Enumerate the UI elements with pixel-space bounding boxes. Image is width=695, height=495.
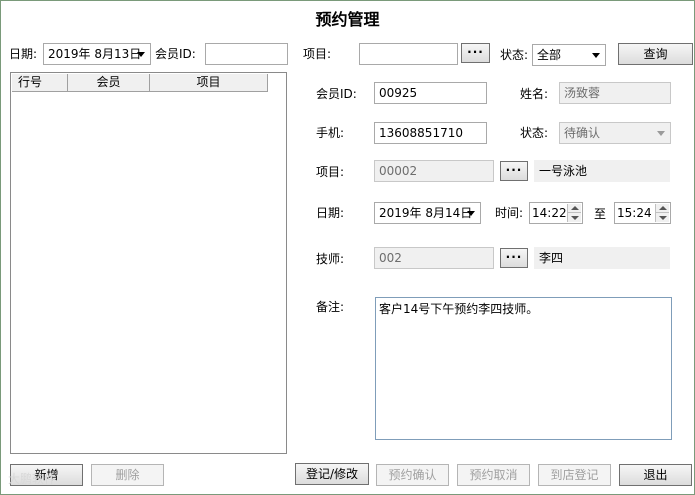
chevron-down-icon — [137, 52, 145, 57]
time-start-spinner[interactable] — [567, 204, 581, 222]
filter-date-value: 2019年 8月13日 — [48, 47, 142, 61]
confirm-appointment-button[interactable]: 预约确认 — [376, 464, 449, 486]
filter-member-id-input[interactable] — [205, 43, 288, 65]
checkin-button[interactable]: 到店登记 — [538, 464, 611, 486]
window-title: 预约管理 — [315, 10, 380, 29]
spin-down-icon — [571, 216, 579, 220]
technician-label: 技师: — [316, 252, 345, 266]
delete-button[interactable]: 删除 — [91, 464, 164, 486]
filter-member-id-label: 会员ID: — [155, 47, 196, 61]
filter-project-browse-button[interactable]: ··· — [461, 43, 490, 63]
technician-name-field: 李四 — [534, 247, 670, 269]
filter-date-picker[interactable]: 2019年 8月13日 — [43, 43, 151, 65]
filter-project-input[interactable] — [359, 43, 458, 65]
column-header-member[interactable]: 会员 — [68, 74, 150, 91]
date-value: 2019年 8月14日 — [379, 206, 473, 220]
appointment-list[interactable]: 行号 会员 项目 — [10, 72, 287, 454]
chevron-down-icon — [467, 211, 475, 216]
query-button[interactable]: 查询 — [618, 43, 693, 65]
time-end-spinner[interactable] — [655, 204, 669, 222]
register-edit-button[interactable]: 登记/修改 — [295, 463, 369, 485]
chevron-down-icon — [592, 53, 600, 58]
status-label: 状态: — [520, 126, 549, 140]
project-code-field: 00002 — [374, 160, 494, 182]
date-label: 日期: — [316, 206, 345, 220]
project-name-field: 一号泳池 — [534, 160, 670, 182]
filter-project-label: 项目: — [303, 47, 332, 61]
phone-label: 手机: — [316, 126, 345, 140]
exit-button[interactable]: 退出 — [619, 464, 692, 486]
project-label: 项目: — [316, 165, 345, 179]
technician-code-field: 002 — [374, 247, 494, 269]
name-label: 姓名: — [520, 87, 549, 101]
filter-status-label: 状态: — [500, 48, 529, 62]
time-end-value: 15:24 — [617, 206, 652, 220]
time-end-picker[interactable]: 15:24 — [614, 202, 671, 224]
list-header: 行号 会员 项目 — [12, 74, 268, 92]
column-header-row-no[interactable]: 行号 — [12, 74, 68, 91]
spin-down-icon — [659, 216, 667, 220]
time-label: 时间: — [495, 206, 524, 220]
chevron-down-icon — [657, 131, 665, 136]
filter-status-select[interactable]: 全部 — [532, 44, 606, 66]
watermark: 大鹏软件 — [8, 472, 57, 486]
project-browse-button[interactable]: ··· — [500, 161, 528, 181]
column-header-project[interactable]: 项目 — [150, 74, 268, 91]
name-field: 汤致蓉 — [559, 82, 671, 104]
time-to-label: 至 — [594, 207, 607, 221]
status-value: 待确认 — [564, 126, 601, 140]
filter-status-value: 全部 — [537, 48, 562, 62]
member-id-label: 会员ID: — [316, 87, 357, 101]
spin-up-icon — [659, 206, 667, 210]
time-start-value: 14:22 — [532, 206, 567, 220]
filter-date-label: 日期: — [9, 47, 38, 61]
date-picker[interactable]: 2019年 8月14日 — [374, 202, 481, 224]
notes-label: 备注: — [316, 300, 345, 314]
notes-textarea[interactable]: 客户14号下午预约李四技师。 — [375, 297, 672, 440]
technician-browse-button[interactable]: ··· — [500, 248, 528, 268]
member-id-input[interactable]: 00925 — [374, 82, 487, 104]
cancel-appointment-button[interactable]: 预约取消 — [457, 464, 530, 486]
phone-input[interactable]: 13608851710 — [374, 122, 487, 144]
time-start-picker[interactable]: 14:22 — [529, 202, 583, 224]
spin-up-icon — [571, 206, 579, 210]
status-select: 待确认 — [559, 122, 671, 144]
